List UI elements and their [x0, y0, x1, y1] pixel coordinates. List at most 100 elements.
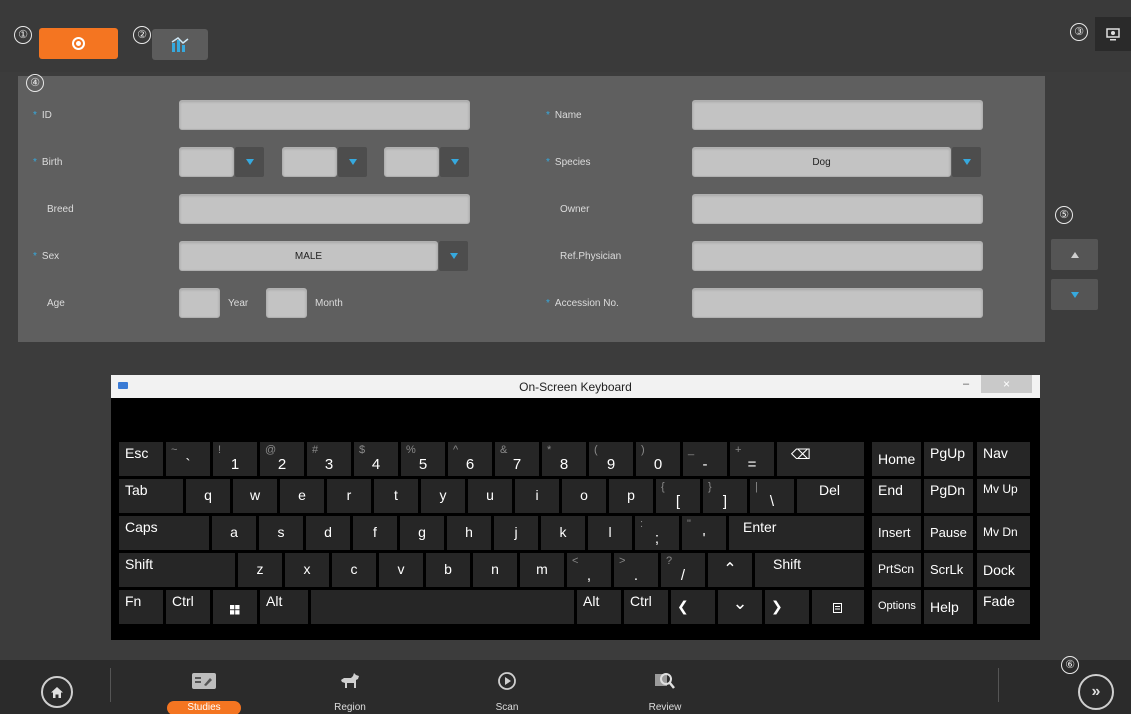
key-ctrl-left[interactable]: Ctrl — [166, 590, 210, 624]
key-0[interactable]: ) 0 — [636, 442, 680, 476]
key-z[interactable]: z — [238, 553, 282, 587]
key-arrow-left[interactable]: ❮ — [671, 590, 715, 624]
osk-title-bar[interactable]: On-Screen Keyboard – □ × — [111, 375, 1040, 398]
key-v[interactable]: v — [379, 553, 423, 587]
key-alt-right[interactable]: Alt — [577, 590, 621, 624]
key-enter[interactable]: Enter — [729, 516, 864, 550]
key-comma[interactable]: <, — [567, 553, 611, 587]
key-fn[interactable]: Fn — [119, 590, 163, 624]
key-7[interactable]: & 7 — [495, 442, 539, 476]
key-period[interactable]: >. — [614, 553, 658, 587]
new-study-button[interactable] — [39, 28, 118, 59]
nav-review[interactable]: Review — [625, 666, 705, 714]
key-shift-left[interactable]: Shift — [119, 553, 235, 587]
key-help[interactable]: Help — [924, 590, 973, 624]
key-f[interactable]: f — [353, 516, 397, 550]
age-year-input[interactable] — [179, 288, 220, 318]
key-k[interactable]: k — [541, 516, 585, 550]
key-m[interactable]: m — [520, 553, 564, 587]
key-windows[interactable] — [213, 590, 257, 624]
birth-month-select[interactable] — [282, 147, 337, 177]
key-d[interactable]: d — [306, 516, 350, 550]
key-o[interactable]: o — [562, 479, 606, 513]
key-esc[interactable]: Esc — [119, 442, 163, 476]
key-h[interactable]: h — [447, 516, 491, 550]
key-x[interactable]: x — [285, 553, 329, 587]
key-left-bracket[interactable]: {[ — [656, 479, 700, 513]
birth-month-dropdown[interactable] — [338, 147, 367, 177]
key-alt-left[interactable]: Alt — [260, 590, 308, 624]
breed-input[interactable] — [179, 194, 470, 224]
name-input[interactable] — [692, 100, 983, 130]
key-5[interactable]: % 5 — [401, 442, 445, 476]
age-month-input[interactable] — [266, 288, 307, 318]
key-fade[interactable]: Fade — [977, 590, 1030, 624]
sex-dropdown[interactable] — [439, 241, 468, 271]
key-j[interactable]: j — [494, 516, 538, 550]
birth-year-dropdown[interactable] — [235, 147, 264, 177]
key-backtick[interactable]: ~ ` — [166, 442, 210, 476]
key-right-bracket[interactable]: }] — [703, 479, 747, 513]
key-backslash[interactable]: | \ — [750, 479, 794, 513]
key-s[interactable]: s — [259, 516, 303, 550]
key-arrow-down[interactable]: ⌄ — [718, 590, 762, 624]
key-pgdn[interactable]: PgDn — [924, 479, 973, 513]
sex-select[interactable]: MALE — [179, 241, 438, 271]
birth-day-dropdown[interactable] — [440, 147, 469, 177]
key-home[interactable]: Home — [872, 442, 921, 476]
key-nav[interactable]: Nav — [977, 442, 1030, 476]
key-l[interactable]: l — [588, 516, 632, 550]
key-t[interactable]: t — [374, 479, 418, 513]
key-options[interactable]: Options — [872, 590, 921, 624]
osk-close-button[interactable]: × — [981, 375, 1032, 393]
worklist-button[interactable] — [152, 29, 208, 60]
key-quote[interactable]: " ' — [682, 516, 726, 550]
key-w[interactable]: w — [233, 479, 277, 513]
ref-physician-input[interactable] — [692, 241, 983, 271]
key-backspace[interactable]: ⌫ — [777, 442, 864, 476]
key-slash[interactable]: ? / — [661, 553, 705, 587]
key-u[interactable]: u — [468, 479, 512, 513]
key-r[interactable]: r — [327, 479, 371, 513]
key-q[interactable]: q — [186, 479, 230, 513]
species-select[interactable]: Dog — [692, 147, 951, 177]
species-dropdown[interactable] — [952, 147, 981, 177]
owner-input[interactable] — [692, 194, 983, 224]
scroll-down-button[interactable] — [1051, 279, 1098, 310]
nav-region[interactable]: Region — [310, 666, 390, 714]
key-minus[interactable]: _ - — [683, 442, 727, 476]
key-b[interactable]: b — [426, 553, 470, 587]
key-insert[interactable]: Insert — [872, 516, 921, 550]
key-mv-up[interactable]: Mv Up — [977, 479, 1030, 513]
key-ctrl-right[interactable]: Ctrl — [624, 590, 668, 624]
key-pause[interactable]: Pause — [924, 516, 973, 550]
osk-minimize-button[interactable]: – — [963, 378, 969, 390]
key-i[interactable]: i — [515, 479, 559, 513]
nav-studies[interactable]: Studies — [164, 666, 244, 714]
key-menu[interactable] — [812, 590, 864, 624]
key-4[interactable]: $4 — [354, 442, 398, 476]
key-9[interactable]: (9 — [589, 442, 633, 476]
key-a[interactable]: a — [212, 516, 256, 550]
key-arrow-right[interactable]: ❯ — [765, 590, 809, 624]
key-prtscn[interactable]: PrtScn — [872, 553, 921, 587]
key-p[interactable]: p — [609, 479, 653, 513]
key-dock[interactable]: Dock — [977, 553, 1030, 587]
key-semicolon[interactable]: :; — [635, 516, 679, 550]
nav-scan[interactable]: Scan — [467, 666, 547, 714]
birth-day-select[interactable] — [384, 147, 439, 177]
key-mv-dn[interactable]: Mv Dn — [977, 516, 1030, 550]
key-equals[interactable]: + = — [730, 442, 774, 476]
key-n[interactable]: n — [473, 553, 517, 587]
key-6[interactable]: ^ 6 — [448, 442, 492, 476]
birth-year-select[interactable] — [179, 147, 234, 177]
key-space[interactable] — [311, 590, 574, 624]
key-shift-right[interactable]: Shift — [755, 553, 864, 587]
key-caps[interactable]: Caps — [119, 516, 209, 550]
key-c[interactable]: c — [332, 553, 376, 587]
key-arrow-up[interactable]: ⌃ — [708, 553, 752, 587]
key-g[interactable]: g — [400, 516, 444, 550]
display-config-button[interactable] — [1095, 17, 1131, 51]
accession-input[interactable] — [692, 288, 983, 318]
key-del[interactable]: Del — [797, 479, 864, 513]
